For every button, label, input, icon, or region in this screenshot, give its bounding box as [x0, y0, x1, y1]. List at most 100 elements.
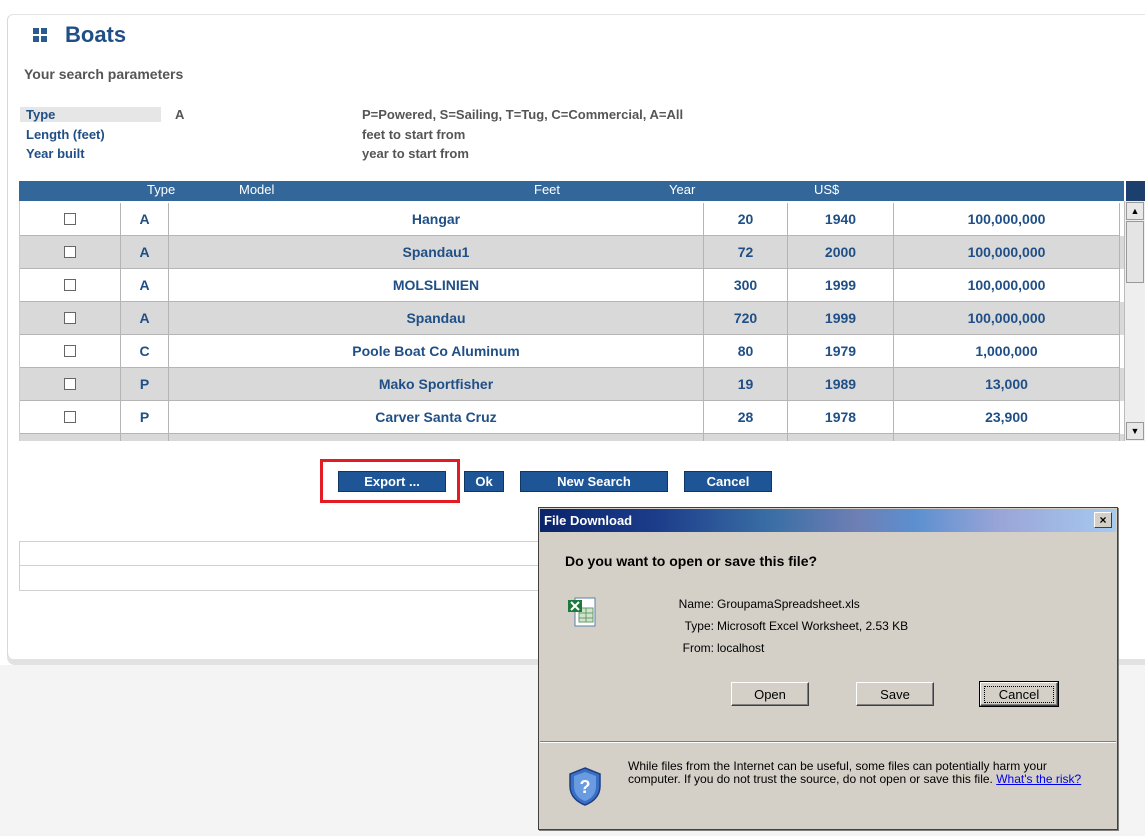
table-row[interactable]: A Spandau1 72 2000 100,000,000 — [20, 236, 1124, 269]
row-checkbox[interactable] — [64, 411, 76, 423]
cell-model[interactable]: Hangar — [169, 203, 704, 236]
cell-price: 100,000,000 — [894, 203, 1120, 236]
cell-type: P — [121, 401, 169, 434]
cell-model[interactable]: Carver Santa Cruz — [169, 401, 704, 434]
results-grid-header: Type Model Feet Year US$ — [19, 181, 1124, 201]
file-download-dialog: File Download × Do you want to open or s… — [538, 507, 1118, 830]
file-from-value: localhost — [717, 641, 765, 655]
ok-button[interactable]: Ok — [464, 471, 504, 492]
security-shield-icon: ? — [569, 767, 601, 806]
row-select-cell — [20, 236, 121, 269]
cell-model[interactable]: Poole Boat Co Aluminum — [169, 335, 704, 368]
scroll-up-arrow-icon[interactable]: ▲ — [1126, 202, 1144, 220]
file-name-value: GroupamaSpreadsheet.xls — [717, 597, 860, 611]
new-search-button[interactable]: New Search — [520, 471, 668, 492]
cell-feet: 19 — [704, 368, 788, 401]
open-button[interactable]: Open — [731, 682, 809, 706]
search-parameters-heading: Your search parameters — [24, 66, 184, 82]
cancel-button[interactable]: Cancel — [684, 471, 772, 492]
dialog-titlebar[interactable]: File Download × — [540, 509, 1116, 532]
cell-model[interactable]: MOLSLINIEN — [169, 269, 704, 302]
dialog-divider — [540, 741, 1116, 743]
column-header-model[interactable]: Model — [239, 182, 274, 197]
cell-model[interactable]: Mako Sportfisher — [169, 368, 704, 401]
column-header-type[interactable]: Type — [147, 182, 175, 197]
grid-scrollbar[interactable]: ▲ ▼ — [1124, 201, 1145, 441]
cell-feet: 720 — [704, 302, 788, 335]
cell-type: A — [121, 236, 169, 269]
cell-price: 100,000,000 — [894, 236, 1120, 269]
param-label-length: Length (feet) — [26, 127, 105, 142]
cell-type: C — [121, 335, 169, 368]
file-type-value: Microsoft Excel Worksheet, 2.53 KB — [717, 619, 909, 633]
dialog-cancel-button[interactable]: Cancel — [979, 681, 1059, 707]
security-warning: While files from the Internet can be use… — [628, 760, 1098, 786]
cell-price: 1,000,000 — [894, 335, 1120, 368]
cell-year: 1940 — [788, 203, 894, 236]
cell-feet — [704, 434, 788, 441]
row-select-cell — [20, 302, 121, 335]
page-title: Boats — [65, 22, 127, 47]
svg-text:?: ? — [580, 777, 591, 797]
file-name-label: Name: — [678, 597, 714, 611]
cell-price — [894, 434, 1120, 441]
cell-type: A — [121, 269, 169, 302]
cell-price: 23,900 — [894, 401, 1120, 434]
param-label-year: Year built — [26, 146, 85, 161]
cell-year: 1999 — [788, 302, 894, 335]
scroll-down-arrow-icon[interactable]: ▼ — [1126, 422, 1144, 440]
cell-feet: 300 — [704, 269, 788, 302]
table-row[interactable]: P Carver Santa Cruz 28 1978 23,900 — [20, 401, 1124, 434]
cell-year: 1979 — [788, 335, 894, 368]
dialog-cancel-label: Cancel — [984, 685, 1054, 703]
row-checkbox[interactable] — [64, 213, 76, 225]
empty-panel-row — [19, 566, 544, 591]
results-grid: A Hangar 20 1940 100,000,000 A Spandau1 … — [19, 201, 1124, 441]
empty-panel-row — [19, 541, 544, 566]
param-help-year: year to start from — [362, 146, 469, 161]
cell-feet: 80 — [704, 335, 788, 368]
security-warning-text: While files from the Internet can be use… — [628, 759, 1047, 786]
table-row-partial[interactable] — [20, 434, 1124, 441]
row-checkbox[interactable] — [64, 345, 76, 357]
cell-model[interactable]: Spandau — [169, 302, 704, 335]
cell-model[interactable]: Spandau1 — [169, 236, 704, 269]
close-icon[interactable]: × — [1094, 512, 1112, 528]
table-row[interactable]: P Mako Sportfisher 19 1989 13,000 — [20, 368, 1124, 401]
cell-feet: 28 — [704, 401, 788, 434]
cell-price: 100,000,000 — [894, 269, 1120, 302]
cell-type — [121, 434, 169, 441]
cell-year: 1989 — [788, 368, 894, 401]
save-button[interactable]: Save — [856, 682, 934, 706]
column-header-feet[interactable]: Feet — [534, 182, 560, 197]
cell-year: 1978 — [788, 401, 894, 434]
table-row[interactable]: C Poole Boat Co Aluminum 80 1979 1,000,0… — [20, 335, 1124, 368]
row-checkbox[interactable] — [64, 378, 76, 390]
row-select-cell — [20, 434, 121, 441]
dialog-question: Do you want to open or save this file? — [565, 553, 818, 569]
row-checkbox[interactable] — [64, 279, 76, 291]
scrollbar-thumb[interactable] — [1126, 221, 1144, 283]
cell-type: P — [121, 368, 169, 401]
table-row[interactable]: A Hangar 20 1940 100,000,000 — [20, 203, 1124, 236]
table-row[interactable]: A MOLSLINIEN 300 1999 100,000,000 — [20, 269, 1124, 302]
column-header-price[interactable]: US$ — [814, 182, 839, 197]
param-value-type: A — [175, 107, 185, 122]
dialog-title: File Download — [544, 513, 633, 528]
row-checkbox[interactable] — [64, 312, 76, 324]
open-button-label: Open — [754, 686, 786, 702]
whats-the-risk-link[interactable]: What's the risk? — [996, 772, 1081, 786]
cell-type: A — [121, 302, 169, 335]
table-row[interactable]: A Spandau 720 1999 100,000,000 — [20, 302, 1124, 335]
cell-price: 13,000 — [894, 368, 1120, 401]
column-header-year[interactable]: Year — [669, 182, 695, 197]
file-from-label: From: — [682, 641, 714, 655]
cell-year: 1999 — [788, 269, 894, 302]
export-button[interactable]: Export ... — [338, 471, 446, 492]
row-checkbox[interactable] — [64, 246, 76, 258]
param-label-type: Type — [26, 107, 56, 122]
cell-type: A — [121, 203, 169, 236]
row-select-cell — [20, 368, 121, 401]
save-button-label: Save — [880, 686, 910, 702]
row-select-cell — [20, 335, 121, 368]
